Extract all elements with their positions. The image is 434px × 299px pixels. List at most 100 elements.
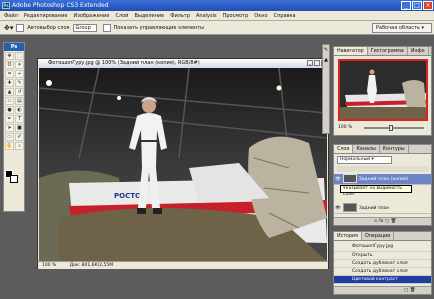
eye-icon[interactable]: 👁 bbox=[334, 174, 342, 185]
clone-panel-icon[interactable]: ▲ bbox=[323, 57, 329, 65]
menu-select[interactable]: Выделение bbox=[134, 13, 164, 19]
gradient-tool-button[interactable]: ▤ bbox=[15, 97, 24, 105]
history-item[interactable]: Цветовой контраст bbox=[334, 276, 431, 284]
navigator-panel: Навигатор Гистограмма Инфо 100 % bbox=[333, 46, 432, 136]
eyedropper-tool-button[interactable]: ✐ bbox=[15, 133, 24, 141]
collapsed-panel-dock: ✎ ▲ bbox=[322, 44, 330, 134]
stamp-tool-button[interactable]: ▲ bbox=[5, 88, 14, 96]
new-snapshot-icon[interactable]: ▢ bbox=[404, 288, 408, 293]
eraser-tool-button[interactable]: ▱ bbox=[5, 97, 14, 105]
layer-thumbnail bbox=[343, 174, 358, 183]
move-tool-icon[interactable]: ✥▾ bbox=[4, 24, 13, 32]
path-select-tool-button[interactable]: ➤ bbox=[5, 124, 14, 132]
type-tool-button[interactable]: T bbox=[15, 115, 24, 123]
tab-info[interactable]: Инфо bbox=[408, 47, 429, 55]
healing-tool-button[interactable]: ✚ bbox=[5, 79, 14, 87]
menu-analysis[interactable]: Analysis bbox=[196, 13, 217, 19]
menu-view[interactable]: Просмотр bbox=[223, 13, 249, 19]
navigator-preview-image bbox=[340, 61, 426, 119]
document-window: ФотошопГуру.jpg @ 100% (Задний план (коп… bbox=[37, 58, 329, 269]
blur-tool-button[interactable]: ● bbox=[5, 106, 14, 114]
tab-layers[interactable]: Слои bbox=[334, 145, 354, 153]
fx-icon[interactable]: fx bbox=[379, 219, 383, 224]
menu-image[interactable]: Изображение bbox=[73, 13, 109, 19]
tab-actions[interactable]: Операции bbox=[362, 232, 395, 240]
crop-tool-button[interactable]: ⌗ bbox=[5, 70, 14, 78]
menu-layer[interactable]: Слой bbox=[115, 13, 128, 19]
brush-tool-button[interactable]: ✎ bbox=[15, 79, 24, 87]
navigator-zoom-slider[interactable] bbox=[364, 127, 424, 129]
menu-help[interactable]: Справка bbox=[274, 13, 296, 19]
plane-lettering: РОСТО bbox=[114, 192, 141, 200]
history-snapshot[interactable]: ФотошопГуру.jpg bbox=[334, 242, 431, 252]
blend-mode-value: Нормальный bbox=[340, 157, 371, 162]
zoom-tool-button[interactable]: ⌕ bbox=[15, 142, 24, 150]
layers-bottom-bar: ∞ fx ▢ 🗑 bbox=[334, 217, 431, 225]
document-minimize-button[interactable]: _ bbox=[307, 60, 313, 66]
marquee-tool-button[interactable]: ⬚ bbox=[15, 52, 24, 60]
workspace-button[interactable]: Рабочая область ▾ bbox=[372, 23, 432, 33]
history-item[interactable]: Создать дубликат слоя bbox=[334, 260, 431, 268]
layer-row[interactable]: 👁 Задний план bbox=[334, 203, 431, 214]
show-controls-checkbox[interactable] bbox=[102, 23, 111, 32]
tab-paths[interactable]: Контуры bbox=[380, 145, 409, 153]
document-zoom[interactable]: 100 % bbox=[42, 263, 56, 268]
dodge-tool-button[interactable]: ◐ bbox=[15, 106, 24, 114]
close-button[interactable]: × bbox=[423, 1, 433, 10]
tab-history[interactable]: История bbox=[334, 232, 363, 240]
move-tool-button[interactable]: ✥ bbox=[5, 52, 14, 60]
hand-tool-button[interactable]: ✋ bbox=[5, 142, 14, 150]
brush-panel-icon[interactable]: ✎ bbox=[323, 47, 329, 55]
document-status-bar: 100 % Док: 801,6К/2,55М bbox=[38, 261, 328, 269]
layer-name: Задний план bbox=[358, 206, 390, 211]
auto-select-dropdown[interactable]: Group bbox=[72, 23, 97, 32]
tab-channels[interactable]: Каналы bbox=[353, 145, 380, 153]
trash-icon[interactable]: 🗑 bbox=[391, 219, 397, 224]
link-layers-icon[interactable]: ∞ bbox=[374, 219, 378, 224]
document-title-bar[interactable]: ФотошопГуру.jpg @ 100% (Задний план (коп… bbox=[38, 59, 328, 68]
auto-select-checkbox[interactable] bbox=[16, 23, 25, 32]
navigator-zoom-handle[interactable] bbox=[389, 125, 393, 131]
background-color-swatch[interactable] bbox=[10, 175, 18, 183]
navigator-zoom-value[interactable]: 100 % bbox=[338, 125, 352, 130]
title-bar: Adobe Photoshop CS3 Extended bbox=[0, 0, 434, 11]
tab-navigator[interactable]: Навигатор bbox=[334, 47, 368, 55]
eye-icon[interactable]: 👁 bbox=[334, 203, 342, 214]
history-bottom-bar: ▢ 🗑 bbox=[334, 286, 431, 294]
new-layer-icon[interactable]: ▢ bbox=[385, 219, 389, 224]
layer-thumbnail bbox=[343, 203, 358, 212]
pen-tool-button[interactable]: ✒ bbox=[5, 115, 14, 123]
history-brush-tool-button[interactable]: ↺ bbox=[15, 88, 24, 96]
history-item[interactable]: Открыть bbox=[334, 252, 431, 260]
tab-histogram[interactable]: Гистограмма bbox=[368, 47, 408, 55]
lasso-tool-button[interactable]: ʘ bbox=[5, 61, 14, 69]
document-size: Док: 801,6К/2,55М bbox=[69, 263, 114, 268]
shape-tool-button[interactable]: ■ bbox=[15, 124, 24, 132]
auto-select-label: Автовыбор слоя bbox=[27, 24, 70, 31]
trash-icon[interactable]: 🗑 bbox=[410, 288, 416, 293]
blend-mode-dropdown[interactable]: Нормальный ▾ bbox=[337, 156, 392, 164]
history-item-label: Цветовой контраст bbox=[352, 277, 398, 282]
options-bar: ✥▾ Автовыбор слоя Group Показать управля… bbox=[0, 21, 434, 35]
document-title: ФотошопГуру.jpg @ 100% (Задний план (коп… bbox=[48, 60, 200, 66]
menu-edit[interactable]: Редактирование bbox=[24, 13, 68, 19]
minimize-button[interactable]: _ bbox=[401, 1, 411, 10]
slice-tool-button[interactable]: ⌿ bbox=[15, 70, 24, 78]
layer-row[interactable]: 👁 Задний план (копия) bbox=[334, 174, 431, 185]
layer-name: Задний план (копия) bbox=[358, 177, 409, 182]
menu-filter[interactable]: Фильтр bbox=[170, 13, 190, 19]
navigator-thumbnail[interactable] bbox=[338, 59, 428, 121]
notes-tool-button[interactable]: ▭ bbox=[5, 133, 14, 141]
history-item[interactable]: Создать дубликат слоя bbox=[334, 268, 431, 276]
magic-wand-tool-button[interactable]: ✶ bbox=[15, 61, 24, 69]
maximize-button[interactable]: □ bbox=[412, 1, 422, 10]
menu-window[interactable]: Окно bbox=[254, 13, 267, 19]
image-canvas[interactable]: РОСТО bbox=[39, 68, 327, 261]
visibility-tooltip: Указывает на видимость слоя bbox=[340, 185, 412, 197]
history-item-label: Создать дубликат слоя bbox=[352, 269, 408, 274]
menu-file[interactable]: Файл bbox=[4, 13, 18, 19]
document-maximize-button[interactable] bbox=[314, 60, 320, 66]
show-controls-label: Показать управляющие элементы bbox=[113, 24, 205, 31]
history-snapshot-label: ФотошопГуру.jpg bbox=[352, 244, 394, 249]
history-panel: История Операции ФотошопГуру.jpg Открыть… bbox=[333, 231, 432, 295]
